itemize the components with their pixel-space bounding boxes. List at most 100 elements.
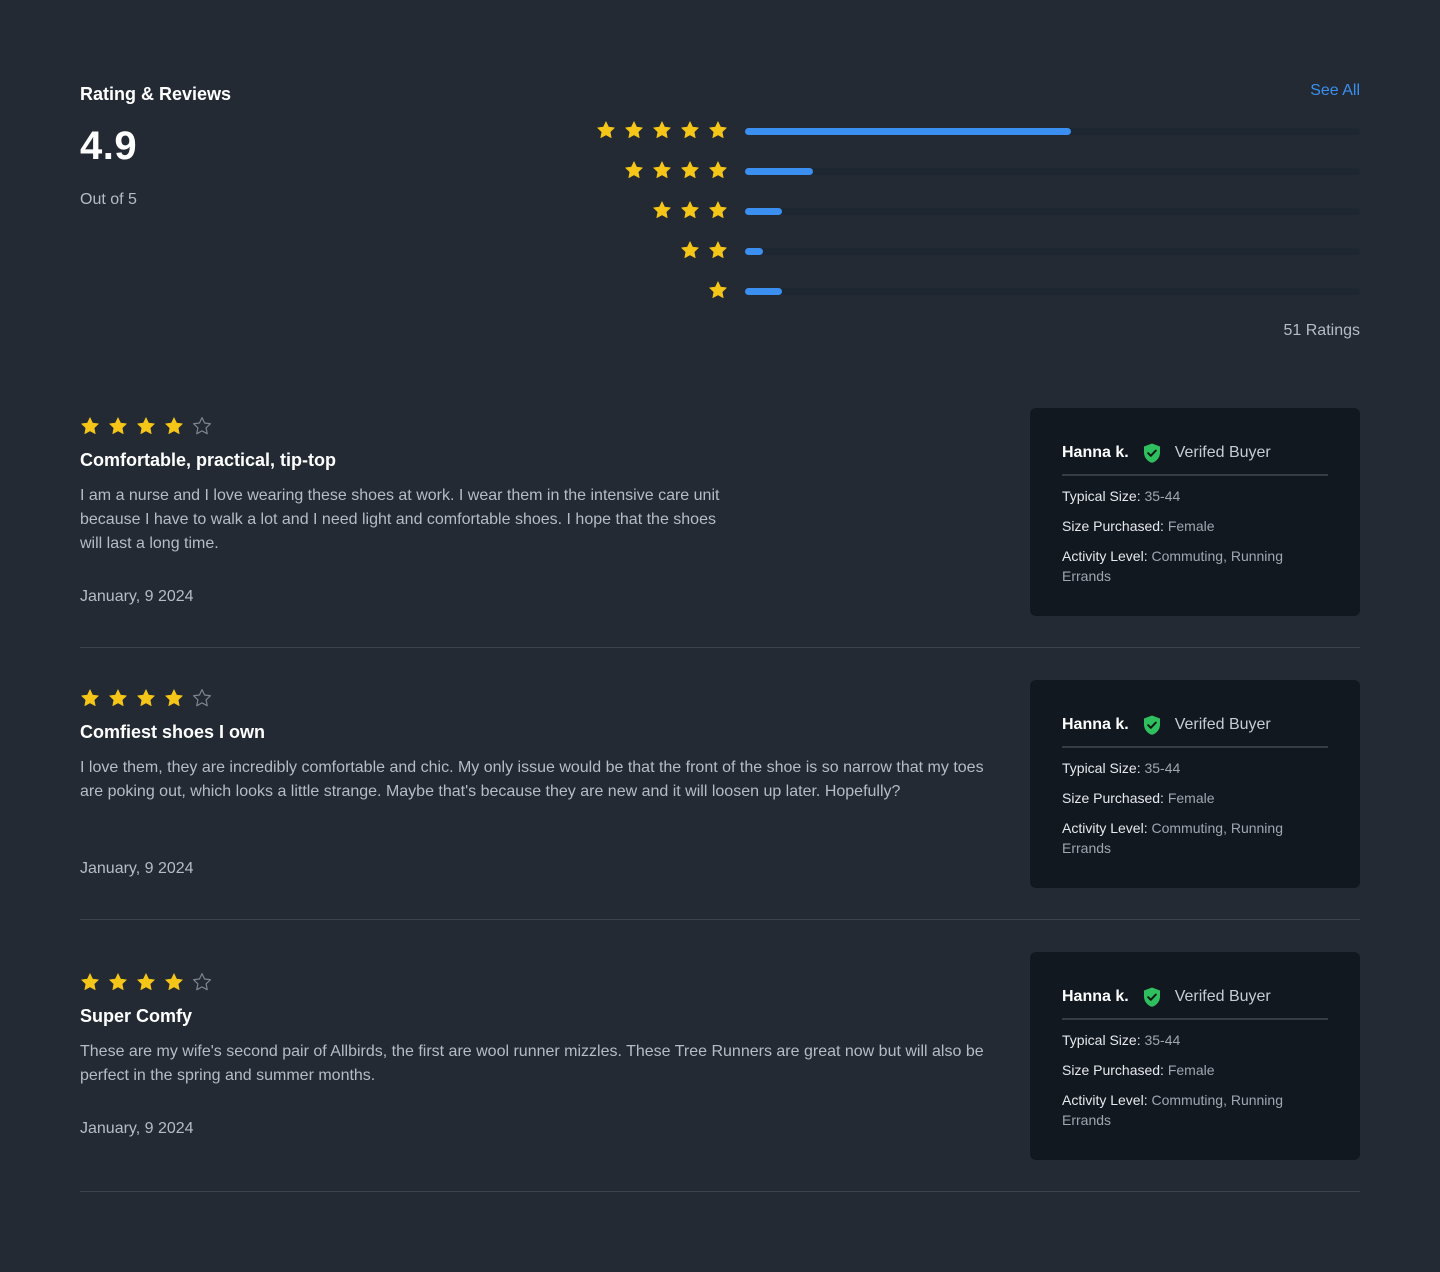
size-purchased-value: Female (1167, 1062, 1215, 1078)
rating-bar-track (745, 208, 1360, 215)
activity-level: Activity Level: Commuting, Running Erran… (1062, 546, 1312, 586)
typical-size-value: 35-44 (1144, 488, 1181, 504)
typical-size-value: 35-44 (1144, 760, 1181, 776)
star-empty-icon (192, 416, 212, 436)
reviewer-header: Hanna k. Verifed Buyer (1062, 984, 1328, 1010)
rating-row-stars (652, 200, 728, 220)
star-empty-icon (192, 972, 212, 992)
star-filled-icon (680, 160, 700, 180)
rating-bar-track (745, 248, 1360, 255)
review-stars (80, 688, 212, 708)
verified-buyer-label: Verifed Buyer (1174, 988, 1271, 1005)
card-divider (1062, 746, 1328, 748)
star-filled-icon (108, 416, 128, 436)
review-date: January, 9 2024 (80, 588, 194, 605)
size-purchased: Size Purchased: Female (1062, 516, 1328, 536)
rating-bar-track (745, 168, 1360, 175)
reviewer-card: Hanna k. Verifed Buyer Typical Size: 35-… (1030, 408, 1360, 616)
reviewer-card: Hanna k. Verifed Buyer Typical Size: 35-… (1030, 680, 1360, 888)
review-body: These are my wife's second pair of Allbi… (80, 1043, 984, 1084)
typical-size-label: Typical Size: (1062, 1032, 1141, 1048)
star-filled-icon (80, 688, 100, 708)
ratings-count: 51 Ratings (1283, 322, 1361, 339)
rating-bar-fill (745, 248, 764, 255)
size-purchased-label: Size Purchased: (1062, 1062, 1164, 1078)
activity-level: Activity Level: Commuting, Running Erran… (1062, 818, 1312, 858)
review-title: Comfortable, practical, tip-top (80, 450, 337, 470)
rating-bar-fill (745, 168, 813, 175)
rating-row-stars (624, 160, 728, 180)
star-filled-icon (108, 972, 128, 992)
average-rating: 4.9 (80, 124, 138, 168)
activity-level-label: Activity Level: (1062, 820, 1148, 836)
activity-level-label: Activity Level: (1062, 548, 1148, 564)
star-filled-icon (136, 688, 156, 708)
review-stars (80, 416, 212, 436)
rating-row-4 (590, 160, 1360, 184)
rating-bar-fill (745, 128, 1071, 135)
star-filled-icon (708, 200, 728, 220)
typical-size-label: Typical Size: (1062, 488, 1141, 504)
star-filled-icon (108, 688, 128, 708)
rating-bar-fill (745, 288, 782, 295)
star-filled-icon (596, 120, 616, 140)
size-purchased-value: Female (1167, 518, 1215, 534)
review-stars (80, 972, 212, 992)
reviewer-name: Hanna k. (1062, 716, 1129, 733)
rating-row-stars (680, 240, 728, 260)
activity-level: Activity Level: Commuting, Running Erran… (1062, 1090, 1312, 1130)
star-filled-icon (164, 972, 184, 992)
reviewer-name: Hanna k. (1062, 444, 1129, 461)
size-purchased-value: Female (1167, 790, 1215, 806)
star-filled-icon (708, 120, 728, 140)
rating-bar-fill (745, 208, 782, 215)
star-filled-icon (652, 160, 672, 180)
star-filled-icon (652, 120, 672, 140)
review-item: Comfortable, practical, tip-top I am a n… (80, 408, 1360, 648)
star-filled-icon (680, 240, 700, 260)
typical-size-value: 35-44 (1144, 1032, 1181, 1048)
star-filled-icon (80, 972, 100, 992)
verified-shield-icon (1141, 986, 1163, 1008)
star-filled-icon (680, 200, 700, 220)
out-of-label: Out of 5 (80, 191, 137, 208)
reviewer-header: Hanna k. Verifed Buyer (1062, 712, 1328, 738)
rating-row-2 (590, 240, 1360, 264)
verified-buyer-label: Verifed Buyer (1174, 716, 1271, 733)
size-purchased-label: Size Purchased: (1062, 518, 1164, 534)
star-filled-icon (624, 160, 644, 180)
reviewer-card: Hanna k. Verifed Buyer Typical Size: 35-… (1030, 952, 1360, 1160)
verified-buyer-label: Verifed Buyer (1174, 444, 1271, 461)
verified-shield-icon (1141, 714, 1163, 736)
rating-row-1 (590, 280, 1360, 304)
review-date: January, 9 2024 (80, 860, 194, 877)
size-purchased-label: Size Purchased: (1062, 790, 1164, 806)
see-all-link[interactable]: See All (1310, 82, 1360, 100)
star-filled-icon (164, 416, 184, 436)
rating-row-stars (708, 280, 728, 300)
star-filled-icon (136, 972, 156, 992)
size-purchased: Size Purchased: Female (1062, 788, 1328, 808)
star-empty-icon (192, 688, 212, 708)
size-purchased: Size Purchased: Female (1062, 1060, 1328, 1080)
card-divider (1062, 1018, 1328, 1020)
star-filled-icon (708, 160, 728, 180)
star-filled-icon (624, 120, 644, 140)
star-filled-icon (80, 416, 100, 436)
rating-summary: Rating & Reviews See All 4.9 Out of 5 51… (80, 80, 1360, 350)
rating-row-stars (596, 120, 728, 140)
star-filled-icon (136, 416, 156, 436)
rating-bar-track (745, 128, 1360, 135)
review-item: Comfiest shoes I own I love them, they a… (80, 680, 1360, 920)
star-filled-icon (680, 120, 700, 140)
review-body: I love them, they are incredibly comfort… (80, 759, 984, 800)
typical-size: Typical Size: 35-44 (1062, 758, 1328, 778)
star-filled-icon (164, 688, 184, 708)
summary-title: Rating & Reviews (80, 84, 232, 104)
rating-bar-track (745, 288, 1360, 295)
review-date: January, 9 2024 (80, 1120, 194, 1137)
activity-level-label: Activity Level: (1062, 1092, 1148, 1108)
reviewer-header: Hanna k. Verifed Buyer (1062, 440, 1328, 466)
typical-size-label: Typical Size: (1062, 760, 1141, 776)
card-divider (1062, 474, 1328, 476)
